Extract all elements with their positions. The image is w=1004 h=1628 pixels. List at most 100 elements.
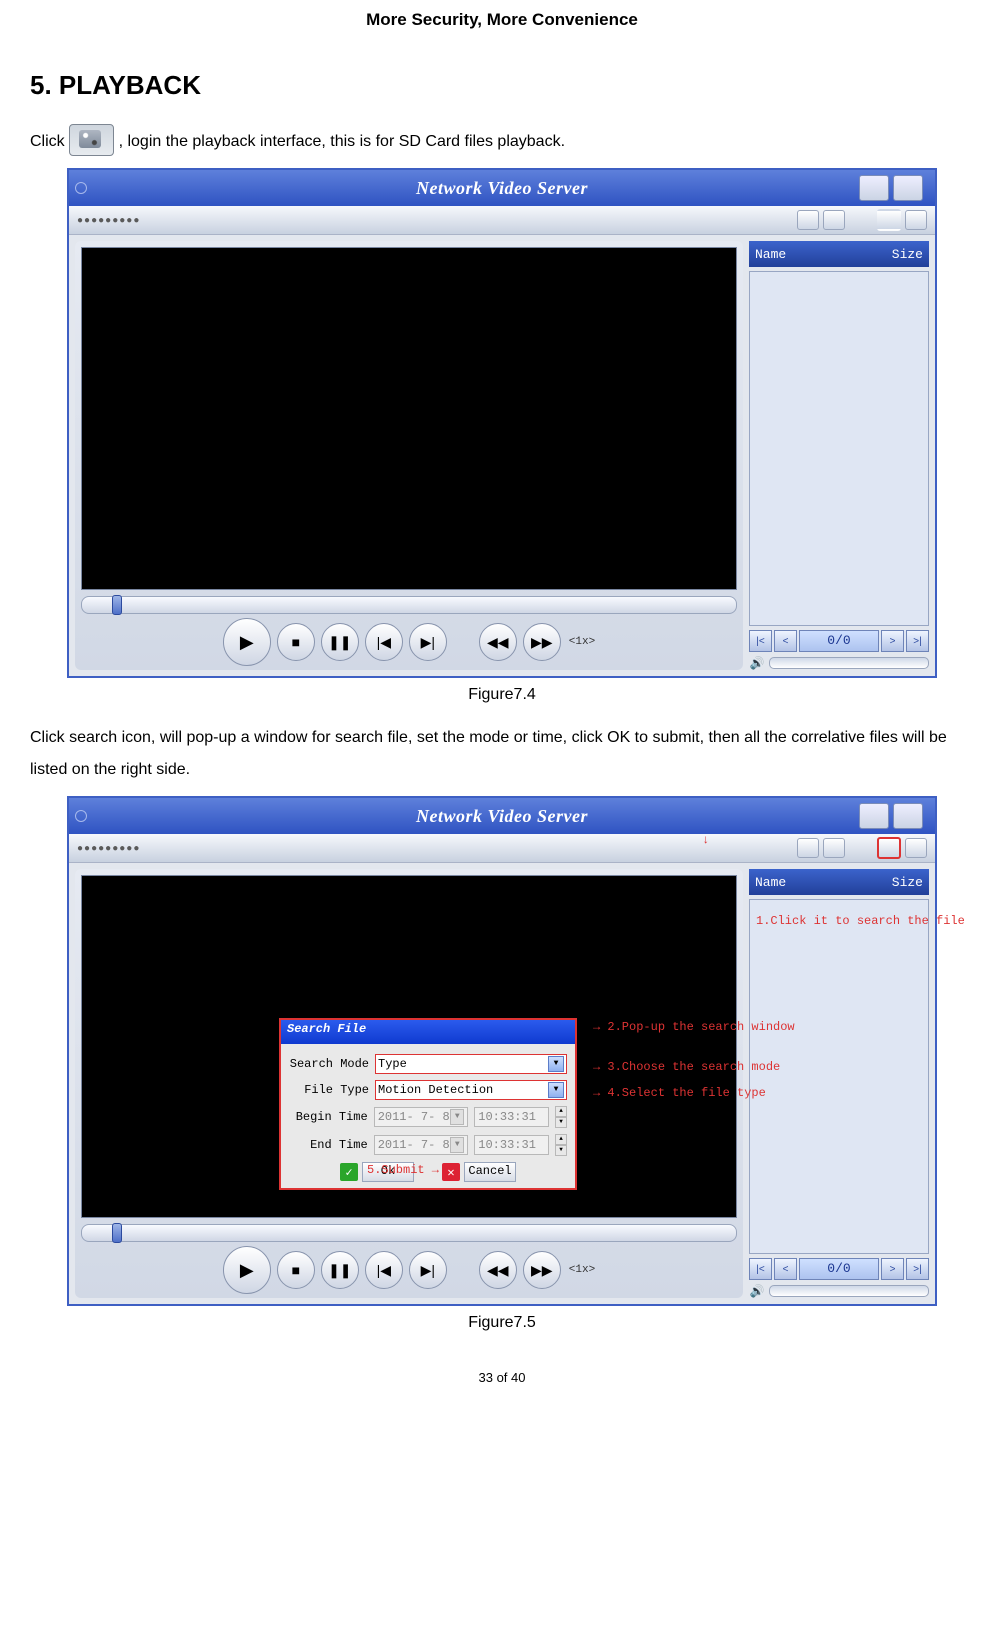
toolbar-btn-a2[interactable] (797, 838, 819, 858)
page-header: More Security, More Convenience (0, 10, 1004, 30)
label-search-mode: Search Mode (289, 1057, 369, 1071)
label-file-type: File Type (289, 1083, 369, 1097)
scrub-bar[interactable] (81, 596, 737, 614)
player-toolbar-2: ●●●●●●●●● (69, 834, 935, 863)
file-type-select[interactable]: Motion Detection ▼ (375, 1080, 567, 1100)
end-time-input[interactable]: 10:33:31 (474, 1135, 549, 1155)
paragraph-2: Click search icon, will pop-up a window … (30, 722, 974, 786)
volume-icon-2[interactable]: 🔊 (749, 1284, 765, 1298)
volume-slider[interactable] (769, 657, 929, 669)
page-number: 33 of 40 (0, 1370, 1004, 1385)
section-title: 5. PLAYBACK (30, 70, 1004, 101)
dialog-title: Search File (281, 1020, 575, 1044)
playback-icon (69, 124, 114, 156)
file-list-pane: Name Size |< < 0/0 > >| 🔊 (749, 241, 929, 670)
annotation-3: → 3.Choose the search mode (593, 1060, 780, 1074)
pause-button[interactable]: ❚❚ (321, 623, 359, 661)
speed-label: <1x> (569, 636, 595, 648)
figure-caption-1: Figure7.4 (0, 686, 1004, 704)
next-button-2[interactable]: ▶| (409, 1251, 447, 1289)
rewind-button[interactable]: ◀◀ (479, 623, 517, 661)
pause-button-2[interactable]: ❚❚ (321, 1251, 359, 1289)
player-toolbar: ●●●●●●●●● (69, 206, 935, 235)
chevron-down-icon-4: ▼ (450, 1137, 464, 1153)
play-button[interactable]: ▶ (223, 618, 271, 666)
next-button[interactable]: ▶| (409, 623, 447, 661)
pager-next-2[interactable]: > (881, 1258, 904, 1280)
file-list-pane-2: Name Size 1.Click it to search the file … (749, 869, 929, 1298)
volume-row-2: 🔊 (749, 1284, 929, 1298)
forward-button[interactable]: ▶▶ (523, 623, 561, 661)
file-list-2[interactable]: 1.Click it to search the file (749, 899, 929, 1254)
toolbar-btn-c2[interactable] (905, 838, 927, 858)
chevron-down-icon-2: ▼ (548, 1082, 564, 1098)
rewind-button-2[interactable]: ◀◀ (479, 1251, 517, 1289)
toolbar-btn-b2[interactable] (823, 838, 845, 858)
col-name: Name (755, 247, 892, 262)
begin-time-spinner[interactable]: ▲▼ (555, 1106, 567, 1128)
label-begin-time: Begin Time (289, 1110, 368, 1124)
pager-first[interactable]: |< (749, 630, 772, 652)
search-button[interactable] (877, 209, 901, 231)
toolbar-btn-c[interactable] (905, 210, 927, 230)
file-list-header-2: Name Size (749, 869, 929, 895)
pager-count-2: 0/0 (799, 1258, 879, 1280)
play-button-2[interactable]: ▶ (223, 1246, 271, 1294)
cancel-label: Cancel (464, 1162, 516, 1182)
search-button-hl[interactable] (877, 837, 901, 859)
pager-last[interactable]: >| (906, 630, 929, 652)
annotation-4: → 4.Select the file type (593, 1086, 766, 1100)
annotation-5: 5.Submit → (367, 1163, 439, 1177)
col-name-2: Name (755, 875, 892, 890)
title-icon-1[interactable] (859, 175, 889, 201)
stop-button-2[interactable]: ■ (277, 1251, 315, 1289)
check-icon: ✓ (340, 1163, 358, 1181)
pager-first-2[interactable]: |< (749, 1258, 772, 1280)
annotation-1: 1.Click it to search the file (756, 914, 965, 928)
speed-label-2: <1x> (569, 1264, 595, 1276)
annotation-arrow-down: ↓ (702, 833, 709, 847)
forward-button-2[interactable]: ▶▶ (523, 1251, 561, 1289)
pager-count: 0/0 (799, 630, 879, 652)
drag-handle-icon: ●●●●●●●●● (77, 215, 140, 226)
chevron-down-icon: ▼ (548, 1056, 564, 1072)
title-icon-2b[interactable] (893, 803, 923, 829)
video-screen (81, 247, 737, 590)
figure-caption-2: Figure7.5 (0, 1314, 1004, 1332)
end-date-input[interactable]: 2011- 7- 8 ▼ (374, 1135, 469, 1155)
player-window-fig1: Network Video Server ●●●●●●●●● ▶ ■ (67, 168, 937, 678)
prev-button[interactable]: |◀ (365, 623, 403, 661)
volume-icon[interactable]: 🔊 (749, 656, 765, 670)
pager-next[interactable]: > (881, 630, 904, 652)
pager-prev[interactable]: < (774, 630, 797, 652)
annotation-2: → 2.Pop-up the search window (593, 1020, 795, 1034)
player-titlebar-2: Network Video Server (69, 798, 935, 834)
title-icon-1b[interactable] (859, 803, 889, 829)
toolbar-btn-a[interactable] (797, 210, 819, 230)
begin-time-input[interactable]: 10:33:31 (474, 1107, 549, 1127)
paragraph-1b: , login the playback interface, this is … (119, 133, 565, 150)
begin-date-input[interactable]: 2011- 7- 8 ▼ (374, 1107, 469, 1127)
pager-2: |< < 0/0 > >| (749, 1258, 929, 1280)
file-list[interactable] (749, 271, 929, 626)
drag-handle-icon-2: ●●●●●●●●● (77, 843, 140, 854)
volume-slider-2[interactable] (769, 1285, 929, 1297)
col-size: Size (892, 247, 923, 262)
stop-button[interactable]: ■ (277, 623, 315, 661)
title-icon-2[interactable] (893, 175, 923, 201)
toolbar-btn-b[interactable] (823, 210, 845, 230)
player-title: Network Video Server (416, 178, 588, 199)
paragraph-1a: Click (30, 133, 65, 150)
pager-last-2[interactable]: >| (906, 1258, 929, 1280)
playback-controls: ▶ ■ ❚❚ |◀ ▶| ◀◀ ▶▶ <1x> (81, 620, 737, 664)
player-title-2: Network Video Server (416, 806, 588, 827)
cancel-button[interactable]: ✕ Cancel (442, 1162, 516, 1182)
pager: |< < 0/0 > >| (749, 630, 929, 652)
scrub-bar-2[interactable] (81, 1224, 737, 1242)
close-icon: ✕ (442, 1163, 460, 1181)
file-type-value: Motion Detection (378, 1083, 493, 1097)
pager-prev-2[interactable]: < (774, 1258, 797, 1280)
end-time-spinner[interactable]: ▲▼ (555, 1134, 567, 1156)
prev-button-2[interactable]: |◀ (365, 1251, 403, 1289)
search-mode-select[interactable]: Type ▼ (375, 1054, 567, 1074)
